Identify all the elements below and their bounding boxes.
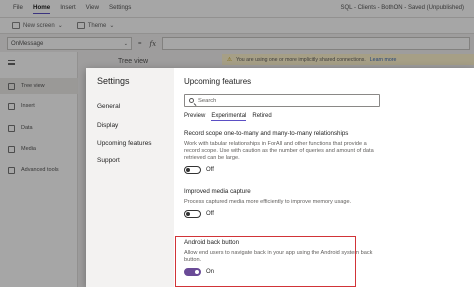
toggle-state: Off <box>206 211 214 217</box>
toggle-row: Off <box>184 210 374 218</box>
toggle-row: Off <box>184 166 374 174</box>
feature-description: Work with tabular relationships in ForAl… <box>184 141 374 161</box>
panel-title: Upcoming features <box>184 77 252 86</box>
feature-title: Improved media capture <box>184 188 251 195</box>
tab-retired[interactable]: Retired <box>252 113 271 121</box>
feature-tabs: Preview Experimental Retired <box>184 113 272 121</box>
feature-record-scope: Record scope one-to-many and many-to-man… <box>184 130 374 174</box>
feature-title: Record scope one-to-many and many-to-man… <box>184 130 349 137</box>
search-placeholder: Search <box>198 97 217 104</box>
nav-support[interactable]: Support <box>97 157 120 164</box>
highlight-box <box>175 236 356 287</box>
tab-experimental[interactable]: Experimental <box>211 113 247 121</box>
settings-nav: Settings General Display Upcoming featur… <box>86 68 174 287</box>
tab-preview[interactable]: Preview <box>184 113 205 121</box>
search-input[interactable]: Search <box>184 94 380 107</box>
feature-improved-media-capture: Improved media capture Process captured … <box>184 188 374 218</box>
toggle-knob <box>186 168 190 172</box>
toggle-state: Off <box>206 167 214 173</box>
nav-display[interactable]: Display <box>97 122 118 129</box>
improved-media-capture-toggle[interactable] <box>184 210 201 218</box>
record-scope-toggle[interactable] <box>184 166 201 174</box>
search-icon <box>189 98 194 103</box>
toggle-knob <box>186 212 190 216</box>
nav-general[interactable]: General <box>97 103 120 110</box>
nav-upcoming-features[interactable]: Upcoming features <box>97 140 152 147</box>
settings-title: Settings <box>97 76 130 86</box>
feature-description: Process captured media more efficiently … <box>184 199 352 205</box>
